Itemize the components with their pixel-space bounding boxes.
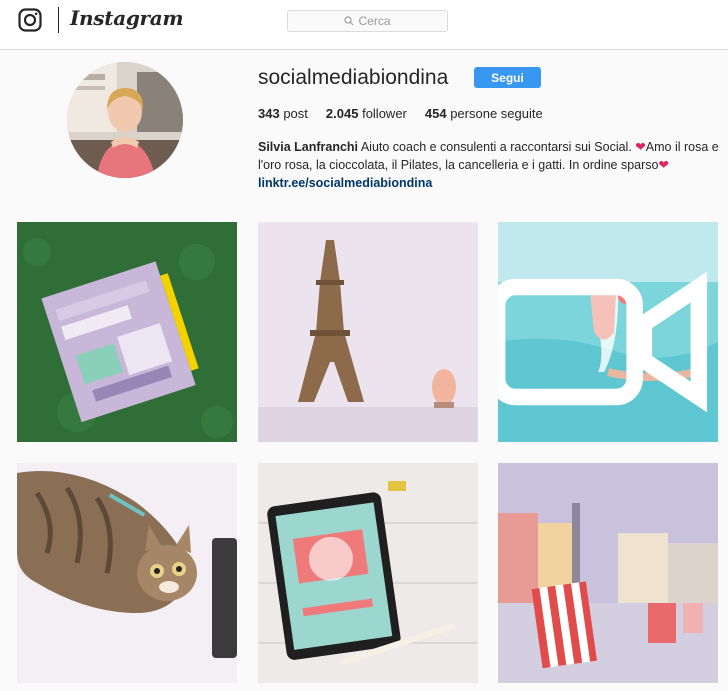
bio-text-1: Aiuto coach e consulenti a raccontarsi s… bbox=[360, 140, 636, 154]
video-camera-icon bbox=[498, 271, 708, 413]
profile-username: socialmediabiondina bbox=[258, 66, 449, 89]
posts-count: 343 bbox=[258, 106, 280, 121]
followers-stat[interactable]: 2.045 follower bbox=[326, 106, 407, 121]
instagram-wordmark[interactable]: Instagram bbox=[70, 6, 184, 30]
heart-icon: ❤ bbox=[658, 158, 669, 172]
heart-icon: ❤ bbox=[635, 140, 646, 154]
post-thumbnail-pool[interactable] bbox=[498, 222, 718, 442]
followers-label: follower bbox=[362, 106, 407, 121]
follow-button[interactable]: Segui bbox=[474, 67, 541, 88]
post-thumbnail-ebook[interactable] bbox=[258, 463, 478, 683]
following-count: 454 bbox=[424, 106, 447, 121]
nav-divider bbox=[58, 7, 59, 33]
search-input[interactable]: Cerca bbox=[287, 10, 448, 32]
profile-stats: 343 post 2.045 follower 454 persone segu… bbox=[258, 106, 543, 121]
search-icon bbox=[344, 16, 354, 26]
profile-bio: Silvia Lanfranchi Aiuto coach e consulen… bbox=[258, 138, 723, 192]
profile-link[interactable]: linktr.ee/socialmediabiondina bbox=[258, 174, 723, 192]
posts-label: post bbox=[283, 106, 308, 121]
top-nav-bar: Instagram Cerca bbox=[0, 0, 728, 50]
search-placeholder: Cerca bbox=[358, 14, 391, 28]
following-label: persone seguite bbox=[450, 106, 543, 121]
post-thumbnail-piazza[interactable] bbox=[498, 463, 718, 683]
profile-full-name: Silvia Lanfranchi bbox=[258, 140, 359, 154]
profile-avatar[interactable] bbox=[67, 62, 183, 178]
post-thumbnail-cat[interactable] bbox=[17, 463, 237, 683]
following-stat[interactable]: 454 persone seguite bbox=[425, 106, 543, 121]
post-thumbnail-eiffel[interactable] bbox=[258, 222, 478, 442]
post-thumbnail-magazine[interactable] bbox=[17, 222, 237, 442]
posts-stat: 343 post bbox=[258, 106, 308, 121]
instagram-camera-icon[interactable] bbox=[18, 8, 42, 32]
followers-count: 2.045 bbox=[325, 106, 359, 121]
